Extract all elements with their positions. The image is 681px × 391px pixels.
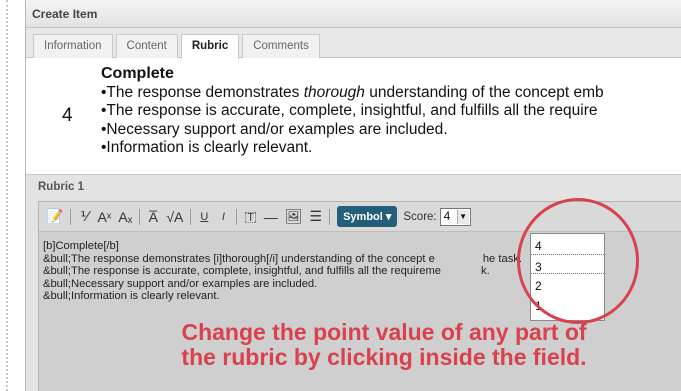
rubric-header: Rubric 1	[38, 181, 85, 193]
toolbar-divider	[236, 208, 238, 225]
tab-information[interactable]: Information	[33, 34, 113, 58]
toolbar-divider	[139, 208, 141, 225]
tab-content[interactable]: Content	[115, 34, 178, 58]
image-icon[interactable]: 🖼	[285, 208, 303, 225]
preview-title: Complete	[101, 65, 174, 82]
preview-bullet: •The response is accurate, complete, ins…	[101, 102, 598, 120]
square-root-icon[interactable]: √A	[166, 209, 183, 225]
toolbar-divider	[70, 208, 72, 225]
overline-icon[interactable]: A̅	[147, 209, 159, 225]
tab-bar: Information Content Rubric Comments	[26, 28, 681, 59]
italic-icon[interactable]: I	[217, 211, 229, 223]
edit-source-icon[interactable]: 📝	[46, 208, 63, 225]
callout-text: Change the point value of any part of th…	[114, 320, 654, 370]
tab-comments[interactable]: Comments	[242, 34, 320, 58]
tab-rubric[interactable]: Rubric	[180, 34, 240, 59]
superscript-icon[interactable]: Aˣ	[97, 209, 111, 225]
dotted-margin-rule	[6, 0, 8, 391]
preview-bullet: •Necessary support and/or examples are i…	[101, 120, 448, 138]
underline-icon[interactable]: U	[198, 211, 210, 223]
score-label: Score:	[403, 210, 437, 223]
text-box-icon[interactable]: 🇹	[244, 208, 256, 225]
preview-score: 4	[62, 105, 73, 126]
window-title: Create Item	[26, 0, 681, 28]
score-select[interactable]: 4 ▼	[439, 207, 471, 226]
subscript-icon[interactable]: Aₓ	[118, 209, 132, 225]
preview-bullet: •The response demonstrates thorough unde…	[101, 83, 604, 101]
toolbar-divider	[190, 208, 192, 225]
chevron-down-icon: ▼	[456, 209, 469, 224]
rubric-preview: 4 Complete •The response demonstrates th…	[26, 60, 681, 170]
horizontal-rule-icon[interactable]: —	[264, 209, 278, 225]
callout-line: Change the point value of any part of	[181, 319, 587, 345]
symbol-button[interactable]: Symbol ▾	[337, 206, 398, 227]
preview-bullet: •Information is clearly relevant.	[101, 139, 313, 157]
callout-line: the rubric by clicking inside the field.	[181, 344, 587, 370]
fraction-icon[interactable]: ⅟	[78, 208, 90, 225]
highlight-circle	[517, 198, 639, 324]
toolbar-divider	[329, 208, 331, 225]
preview-text: Complete •The response demonstrates thor…	[101, 65, 681, 158]
list-icon[interactable]: ☰	[310, 208, 323, 225]
create-item-window: Create Item Information Content Rubric C…	[25, 0, 681, 391]
